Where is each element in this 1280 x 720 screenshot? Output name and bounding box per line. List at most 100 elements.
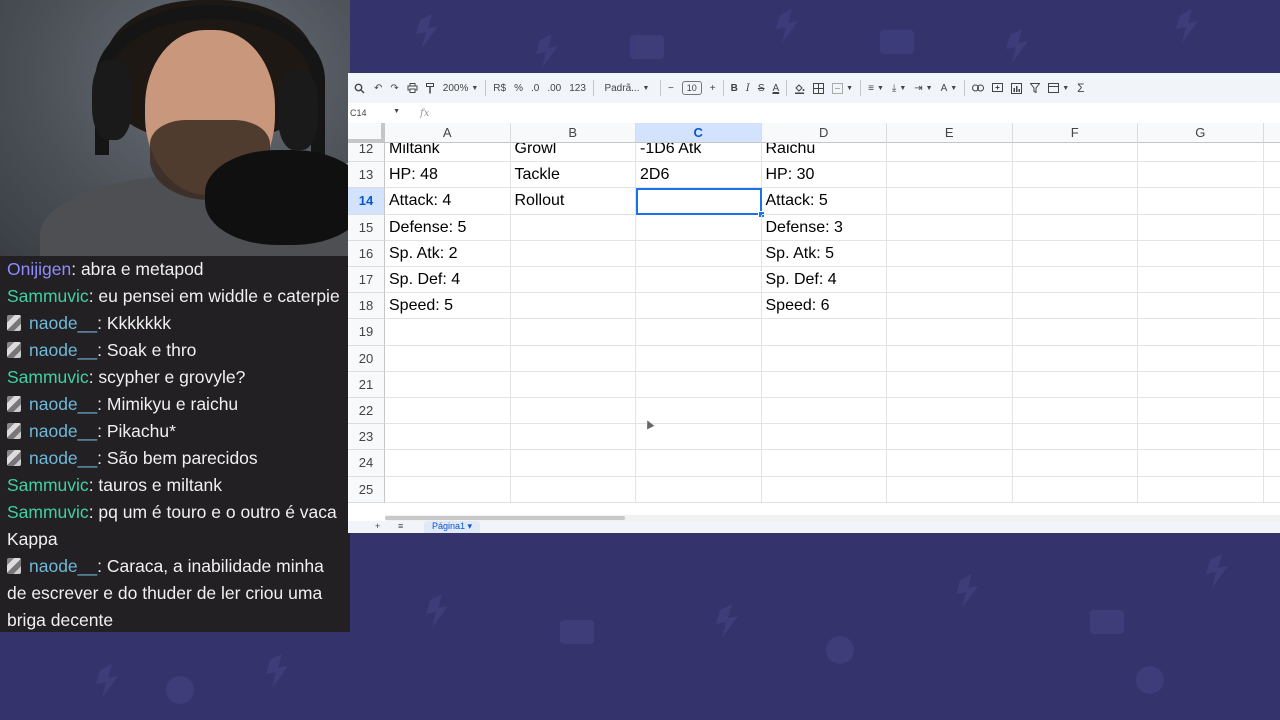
cell-f25[interactable] [1012, 476, 1138, 503]
cell-g20[interactable] [1138, 345, 1264, 372]
cell-c23[interactable] [636, 424, 762, 451]
cell-d20[interactable] [761, 345, 887, 372]
decrease-font-size-button[interactable]: − [664, 73, 678, 103]
cell-a22[interactable] [385, 398, 511, 425]
cell-c24[interactable] [636, 450, 762, 477]
scrollbar-thumb[interactable] [385, 516, 625, 520]
cell-e17[interactable] [887, 267, 1013, 294]
column-header-stub[interactable] [1263, 123, 1280, 143]
cell-f14[interactable] [1012, 188, 1138, 215]
column-header-d[interactable]: D [761, 123, 887, 143]
cell-stub[interactable] [1263, 293, 1280, 320]
cell-g19[interactable] [1138, 319, 1264, 346]
cell-g22[interactable] [1138, 398, 1264, 425]
undo-icon[interactable]: ↶ [370, 73, 386, 103]
cell-stub[interactable] [1263, 188, 1280, 215]
cell-b21[interactable] [510, 371, 636, 398]
column-header-c[interactable]: C [636, 123, 762, 143]
cell-b18[interactable] [510, 293, 636, 320]
cell-g13[interactable] [1138, 162, 1264, 189]
cell-b17[interactable] [510, 267, 636, 294]
chat-username[interactable]: Sammuvic [7, 286, 89, 306]
cell-d21[interactable] [761, 371, 887, 398]
row-header-23[interactable]: 23 [348, 424, 385, 451]
cell-c18[interactable] [636, 293, 762, 320]
cell-a20[interactable] [385, 345, 511, 372]
print-icon[interactable] [403, 73, 422, 103]
cell-d16[interactable]: Sp. Atk: 5 [761, 240, 887, 267]
cell-stub[interactable] [1263, 215, 1280, 241]
insert-chart-icon[interactable] [1007, 73, 1026, 103]
add-sheet-icon[interactable]: + [375, 521, 380, 531]
cell-d17[interactable]: Sp. Def: 4 [761, 267, 887, 294]
cell-g24[interactable] [1138, 450, 1264, 477]
cell-stub[interactable] [1263, 424, 1280, 451]
cell-a19[interactable] [385, 319, 511, 346]
row-header-15[interactable]: 15 [348, 214, 385, 241]
cell-b23[interactable] [510, 424, 636, 451]
chat-username[interactable]: Onijigen [7, 259, 71, 279]
chat-username[interactable]: naode__ [29, 556, 97, 576]
cell-c19[interactable] [636, 319, 762, 346]
italic-button[interactable]: I [742, 73, 754, 103]
cell-d14[interactable]: Attack: 5 [761, 188, 887, 215]
row-header-20[interactable]: 20 [348, 345, 385, 372]
horizontal-align-icon[interactable]: ≡ ▼ [864, 73, 888, 103]
cell-d13[interactable]: HP: 30 [761, 162, 887, 189]
cell-stub[interactable] [1263, 162, 1280, 189]
cell-stub[interactable] [1263, 319, 1280, 346]
strikethrough-button[interactable]: S [754, 73, 769, 103]
cell-c21[interactable] [636, 371, 762, 398]
insert-comment-icon[interactable] [988, 73, 1007, 103]
cell-e14[interactable] [887, 188, 1013, 215]
cell-g17[interactable] [1138, 267, 1264, 294]
chat-username[interactable]: naode__ [29, 340, 97, 360]
cell-g16[interactable] [1138, 240, 1264, 267]
cell-e18[interactable] [887, 293, 1013, 320]
vertical-align-icon[interactable]: ⤓ ▼ [888, 73, 910, 103]
cell-g25[interactable] [1138, 476, 1264, 503]
cell-a17[interactable]: Sp. Def: 4 [385, 267, 511, 294]
decrease-decimal-button[interactable]: .0 [527, 73, 543, 103]
cell-g21[interactable] [1138, 371, 1264, 398]
cell-stub[interactable] [1263, 372, 1280, 398]
filter-icon[interactable] [1026, 73, 1044, 103]
cell-g18[interactable] [1138, 293, 1264, 320]
cell-e15[interactable] [887, 214, 1013, 241]
cell-b15[interactable] [510, 214, 636, 241]
select-all-corner[interactable] [348, 123, 385, 143]
cell-f19[interactable] [1012, 319, 1138, 346]
row-header-22[interactable]: 22 [348, 398, 385, 425]
cell-a25[interactable] [385, 476, 511, 503]
row-header-19[interactable]: 19 [348, 319, 385, 346]
redo-icon[interactable]: ↷ [386, 73, 402, 103]
borders-icon[interactable] [809, 73, 828, 103]
row-header-14[interactable]: 14 [348, 188, 385, 215]
more-formats-button[interactable]: 123 [565, 73, 590, 103]
cell-d19[interactable] [761, 319, 887, 346]
all-sheets-icon[interactable]: ≡ [398, 521, 403, 531]
increase-decimal-button[interactable]: .00 [543, 73, 565, 103]
cell-c14[interactable] [636, 188, 762, 215]
cell-c17[interactable] [636, 267, 762, 294]
font-size-field[interactable]: 10 [678, 73, 706, 103]
search-menus-icon[interactable] [348, 73, 370, 103]
cell-e21[interactable] [887, 371, 1013, 398]
cell-b25[interactable] [510, 476, 636, 503]
cell-a15[interactable]: Defense: 5 [385, 214, 511, 241]
cell-a24[interactable] [385, 450, 511, 477]
cell-f21[interactable] [1012, 371, 1138, 398]
chat-username[interactable]: Sammuvic [7, 475, 89, 495]
cell-d22[interactable] [761, 398, 887, 425]
cell-d23[interactable] [761, 424, 887, 451]
fill-color-icon[interactable] [790, 73, 809, 103]
merge-cells-icon[interactable]: ▼ [828, 73, 857, 103]
cell-a23[interactable] [385, 424, 511, 451]
percent-format-button[interactable]: % [510, 73, 527, 103]
sheet-tab[interactable]: Página1 ▾ [424, 521, 481, 533]
cell-a13[interactable]: HP: 48 [385, 162, 511, 189]
bold-button[interactable]: B [727, 73, 742, 103]
row-header-21[interactable]: 21 [348, 371, 385, 398]
column-header-g[interactable]: G [1138, 123, 1264, 143]
cell-f16[interactable] [1012, 240, 1138, 267]
